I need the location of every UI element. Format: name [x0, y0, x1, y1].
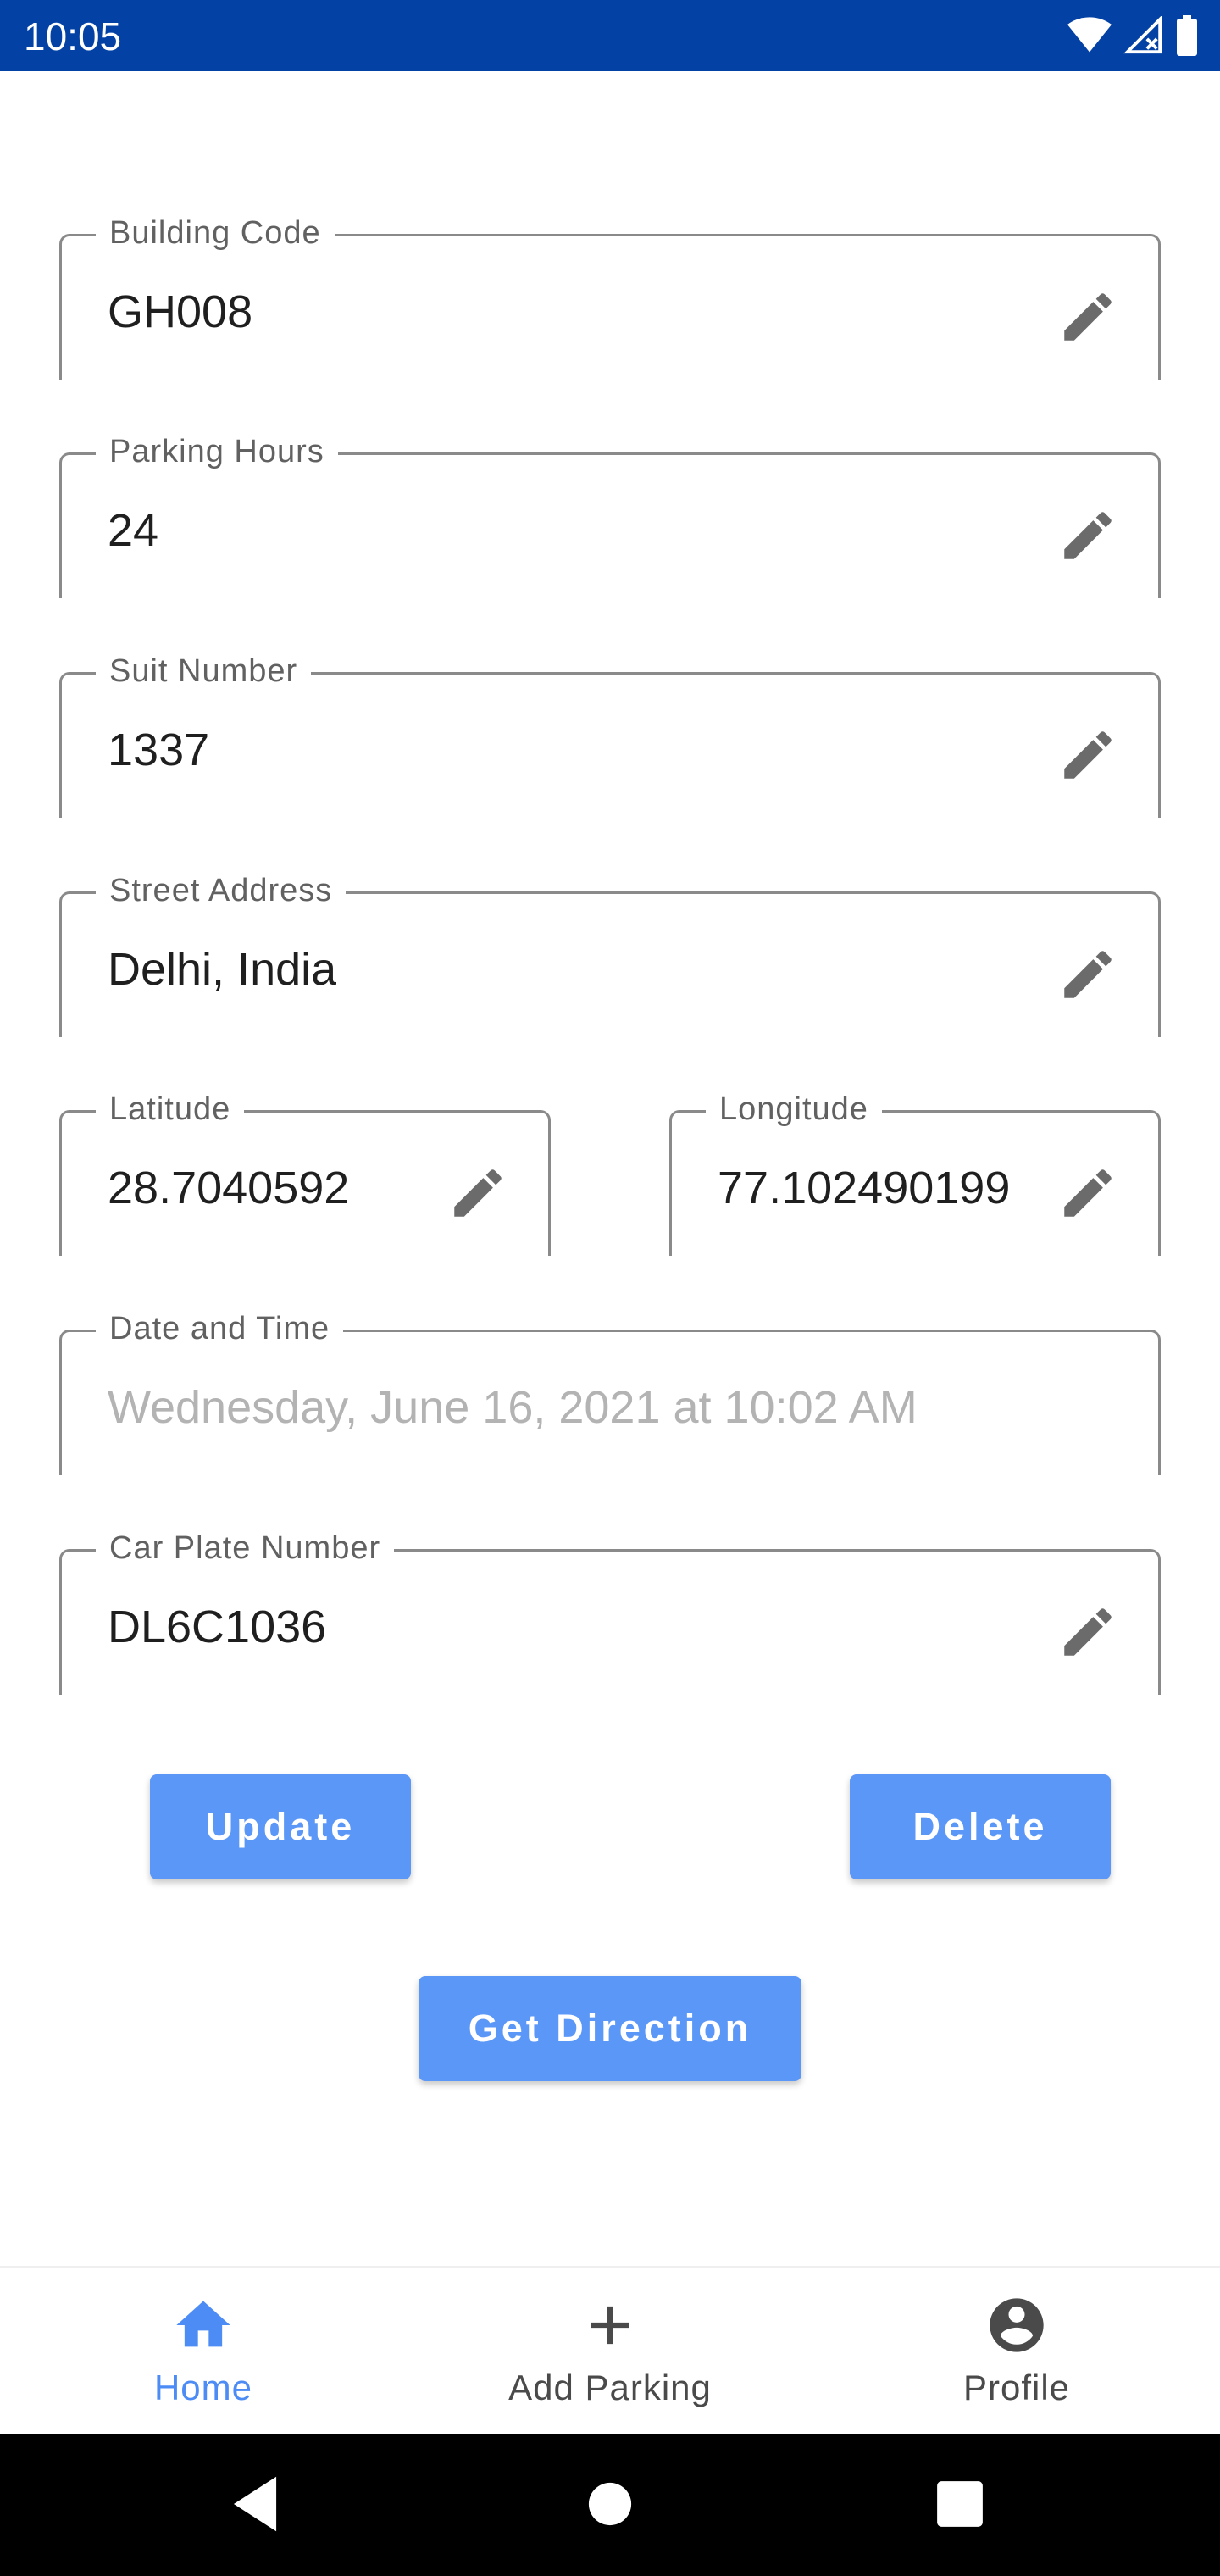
- plus-icon: [591, 2306, 629, 2345]
- status-time: 10:05: [24, 14, 122, 58]
- longitude-field[interactable]: Longitude 77.102490199: [669, 1091, 1161, 1256]
- home-icon: [176, 2301, 230, 2347]
- car-plate-field[interactable]: Car Plate Number DL6C1036: [59, 1530, 1161, 1695]
- update-button[interactable]: Update: [150, 1774, 411, 1879]
- latitude-field[interactable]: Latitude 28.7040592: [59, 1091, 551, 1256]
- bottom-navigation: Home Add Parking Profile: [0, 2266, 1220, 2434]
- street-address-input[interactable]: Delhi, India: [108, 943, 336, 996]
- building-code-field[interactable]: Building Code GH008: [59, 215, 1161, 380]
- date-time-field: Date and Time Wednesday, June 16, 2021 a…: [59, 1311, 1161, 1475]
- pencil-icon[interactable]: [446, 1162, 509, 1224]
- street-address-field[interactable]: Street Address Delhi, India: [59, 873, 1161, 1037]
- get-direction-button[interactable]: Get Direction: [419, 1976, 801, 2081]
- account-circle-icon: [990, 2298, 1044, 2352]
- pencil-icon[interactable]: [1056, 504, 1119, 567]
- latitude-input[interactable]: 28.7040592: [108, 1162, 446, 1214]
- status-bar: 10:05: [0, 0, 1220, 71]
- delete-button[interactable]: Delete: [850, 1774, 1111, 1879]
- battery-icon: [1177, 15, 1197, 56]
- car-plate-input[interactable]: DL6C1036: [108, 1601, 326, 1653]
- longitude-input[interactable]: 77.102490199: [718, 1162, 1011, 1214]
- nav-item-profile[interactable]: Profile: [813, 2268, 1220, 2435]
- latitude-label: Latitude: [96, 1091, 245, 1128]
- nav-label-profile: Profile: [962, 2368, 1071, 2407]
- wifi-icon: [1068, 17, 1112, 53]
- home-circle-icon[interactable]: [574, 2468, 646, 2540]
- pencil-icon[interactable]: [1056, 1162, 1119, 1224]
- pencil-icon[interactable]: [1056, 286, 1119, 348]
- street-address-label: Street Address: [96, 873, 347, 909]
- status-icons: [1068, 14, 1198, 58]
- suit-number-input[interactable]: 1337: [108, 724, 209, 776]
- longitude-label: Longitude: [706, 1091, 882, 1128]
- parking-hours-field[interactable]: Parking Hours 24: [59, 434, 1161, 598]
- pencil-icon[interactable]: [1056, 943, 1119, 1006]
- building-code-input[interactable]: GH008: [108, 286, 252, 338]
- nav-label-add-parking: Add Parking: [508, 2368, 712, 2407]
- car-plate-label: Car Plate Number: [96, 1530, 395, 1567]
- nav-item-add-parking[interactable]: Add Parking: [407, 2268, 813, 2435]
- back-icon[interactable]: [219, 2468, 291, 2540]
- date-time-label: Date and Time: [96, 1311, 344, 1347]
- pencil-icon[interactable]: [1056, 1601, 1119, 1663]
- building-code-label: Building Code: [96, 215, 335, 252]
- suit-number-label: Suit Number: [96, 653, 312, 690]
- system-navigation-bar: [0, 2434, 1220, 2576]
- nav-item-home[interactable]: Home: [0, 2268, 407, 2435]
- date-time-value: Wednesday, June 16, 2021 at 10:02 AM: [108, 1382, 918, 1433]
- suit-number-field[interactable]: Suit Number 1337: [59, 653, 1161, 818]
- parking-hours-label: Parking Hours: [96, 434, 338, 470]
- parking-hours-input[interactable]: 24: [108, 504, 158, 557]
- recents-icon[interactable]: [923, 2468, 996, 2540]
- pencil-icon[interactable]: [1056, 724, 1119, 786]
- signal-icon: [1123, 16, 1162, 54]
- nav-label-home: Home: [153, 2368, 253, 2407]
